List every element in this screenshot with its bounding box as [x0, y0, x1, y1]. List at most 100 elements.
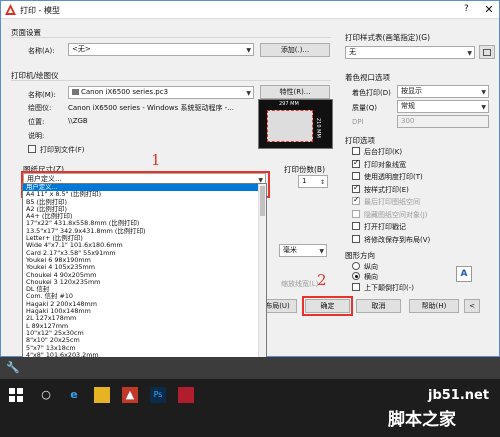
plot-option-checkbox[interactable] [352, 195, 360, 205]
plot-option-checkbox[interactable] [352, 172, 360, 180]
edge-browser-icon[interactable]: e [66, 387, 82, 403]
quality-select[interactable]: 常规 ▼ [397, 100, 489, 113]
preview-width-label: 297 MM [279, 101, 299, 107]
window-title: 打印 - 模型 [20, 6, 60, 15]
plot-option-label: 打开打印戳记 [364, 223, 406, 231]
windows-start-icon[interactable] [8, 387, 24, 403]
dpi-input[interactable]: 300 [397, 115, 489, 128]
add-button[interactable]: 添加(.)... [260, 43, 330, 57]
plot-option-checkbox[interactable] [352, 234, 360, 243]
portrait-radio[interactable] [352, 262, 360, 270]
scrollbar-thumb[interactable] [260, 186, 265, 216]
upside-down-label: 上下颠倒打印(-) [364, 284, 414, 292]
copies-input[interactable]: 1 ↕ [298, 175, 328, 188]
printer-select-value: Canon iX6500 series.pc3 [81, 88, 169, 96]
plot-option-checkbox[interactable] [352, 183, 360, 193]
copies-value: 1 [302, 177, 307, 185]
autocad-status-strip: 🔧 [0, 357, 500, 379]
plot-option-label: 最后打印图纸空间 [364, 198, 420, 206]
edit-icon [483, 49, 491, 56]
divider [11, 37, 331, 38]
preview-height-label: 210 MM [315, 118, 321, 138]
landscape-radio[interactable] [352, 272, 360, 280]
shade-plot-select[interactable]: 按显示 ▼ [397, 85, 489, 98]
collapse-button[interactable]: < [464, 299, 480, 313]
plot-option-label: 打印对象线宽 [364, 160, 406, 169]
dropdown-scrollbar[interactable] [258, 184, 266, 370]
autocad-logo-icon [5, 4, 16, 15]
shade-plot-value: 按显示 [401, 87, 422, 95]
plot-option-label: 后台打印(K) [364, 148, 403, 156]
page-setup-select[interactable]: <无> ▼ [68, 43, 254, 56]
paper-size-options: 用户定义... A4 11" x 8.5" (比例打印) B5 (比例打印) A2 (… [23, 184, 266, 370]
properties-button[interactable]: 特性(R)... [260, 85, 330, 99]
autocad-taskbar-icon[interactable]: ▲ [122, 387, 138, 403]
chevron-down-icon: ▼ [481, 104, 486, 111]
printer-select[interactable]: Canon iX6500 series.pc3 ▼ [68, 86, 254, 99]
dpi-value: 300 [401, 117, 415, 125]
annotation-box-ok [302, 296, 353, 316]
plot-option-checkbox[interactable] [352, 147, 360, 155]
chevron-down-icon: ▼ [467, 50, 472, 57]
annotation-callout-1: 1 [151, 151, 161, 169]
edit-plot-style-button[interactable] [479, 45, 495, 59]
watermark-url: jb51.net [428, 388, 490, 403]
paper-preview-sheet [267, 110, 313, 142]
quality-label: 质量(Q) [352, 104, 377, 112]
viewport-group-label: 着色视口选项 [345, 73, 390, 82]
location-value: \\ZGB [68, 117, 88, 125]
plot-option-checkbox[interactable] [352, 209, 360, 218]
portrait-label: 纵向 [364, 263, 378, 271]
orientation-icon-letter: A [460, 269, 468, 279]
help-button[interactable]: 帮助(H) [409, 299, 459, 313]
plot-option-label: 按样式打印(E) [364, 185, 409, 194]
printer-icon [72, 89, 79, 95]
copies-label: 打印份数(B) [284, 165, 325, 174]
divider [11, 80, 331, 81]
fit-lineweight-label: 缩放线宽(L) [281, 280, 319, 288]
chevron-down-icon: ▼ [319, 248, 324, 255]
page-setup-select-value: <无> [72, 45, 91, 53]
page-setup-name-label: 名称(A): [28, 47, 55, 55]
print-to-file-label: 打印到文件(F) [40, 146, 85, 154]
upside-down-checkbox[interactable] [352, 283, 360, 291]
chevron-down-icon: ▼ [246, 47, 251, 54]
plot-style-group-label: 打印样式表(画笔指定)(G) [345, 33, 431, 42]
paper-size-option[interactable]: Choukei 3 120x235mm [23, 278, 266, 286]
chevron-down-icon: ▼ [246, 90, 251, 97]
help-icon[interactable]: ? [464, 4, 469, 14]
close-button[interactable]: ✕ [479, 2, 499, 17]
print-to-file-checkbox[interactable] [28, 145, 36, 153]
file-explorer-icon[interactable] [94, 387, 110, 403]
spinner-icon[interactable]: ↕ [320, 177, 325, 187]
units-value: 毫米 [283, 246, 297, 254]
plot-option-checkbox[interactable] [352, 222, 360, 230]
chevron-down-icon: ▼ [481, 89, 486, 96]
app-icon[interactable] [178, 387, 194, 403]
plot-option-checkbox[interactable] [352, 158, 360, 168]
units-select[interactable]: 毫米 ▼ [279, 244, 327, 257]
photoshop-icon[interactable]: Ps [150, 387, 166, 403]
dpi-label: DPI [352, 118, 364, 126]
location-label: 位置: [28, 118, 45, 126]
annotation-callout-2: 2 [317, 271, 327, 289]
plot-option-label: 隐藏图纸空间对象(J) [364, 210, 428, 219]
plot-options-group-label: 打印选项 [345, 136, 375, 145]
landscape-label: 横向 [364, 273, 378, 281]
plot-style-value: 无 [349, 48, 356, 56]
watermark-name: 脚本之家 [388, 410, 456, 430]
shade-plot-label: 着色打印(D) [352, 89, 391, 97]
plot-style-select[interactable]: 无 ▼ [345, 46, 475, 59]
orientation-icon: A [456, 266, 472, 282]
plot-option-label: 将修改保存到布局(V) [364, 235, 431, 244]
orientation-group-label: 图形方向 [345, 251, 375, 260]
search-icon[interactable]: ○ [38, 387, 54, 403]
paper-size-dropdown[interactable]: 用户定义... A4 11" x 8.5" (比例打印) B5 (比例打印) A2 (… [22, 183, 267, 371]
wrench-icon[interactable]: 🔧 [6, 361, 20, 374]
description-label: 说明: [28, 132, 45, 140]
printer-name-label: 名称(M): [28, 91, 56, 99]
quality-value: 常规 [401, 102, 415, 110]
paper-preview: 297 MM 210 MM [258, 99, 333, 149]
cancel-button[interactable]: 取消 [356, 299, 401, 313]
plotter-value: Canon iX6500 series - Windows 系统驱动程序 -..… [68, 104, 234, 112]
